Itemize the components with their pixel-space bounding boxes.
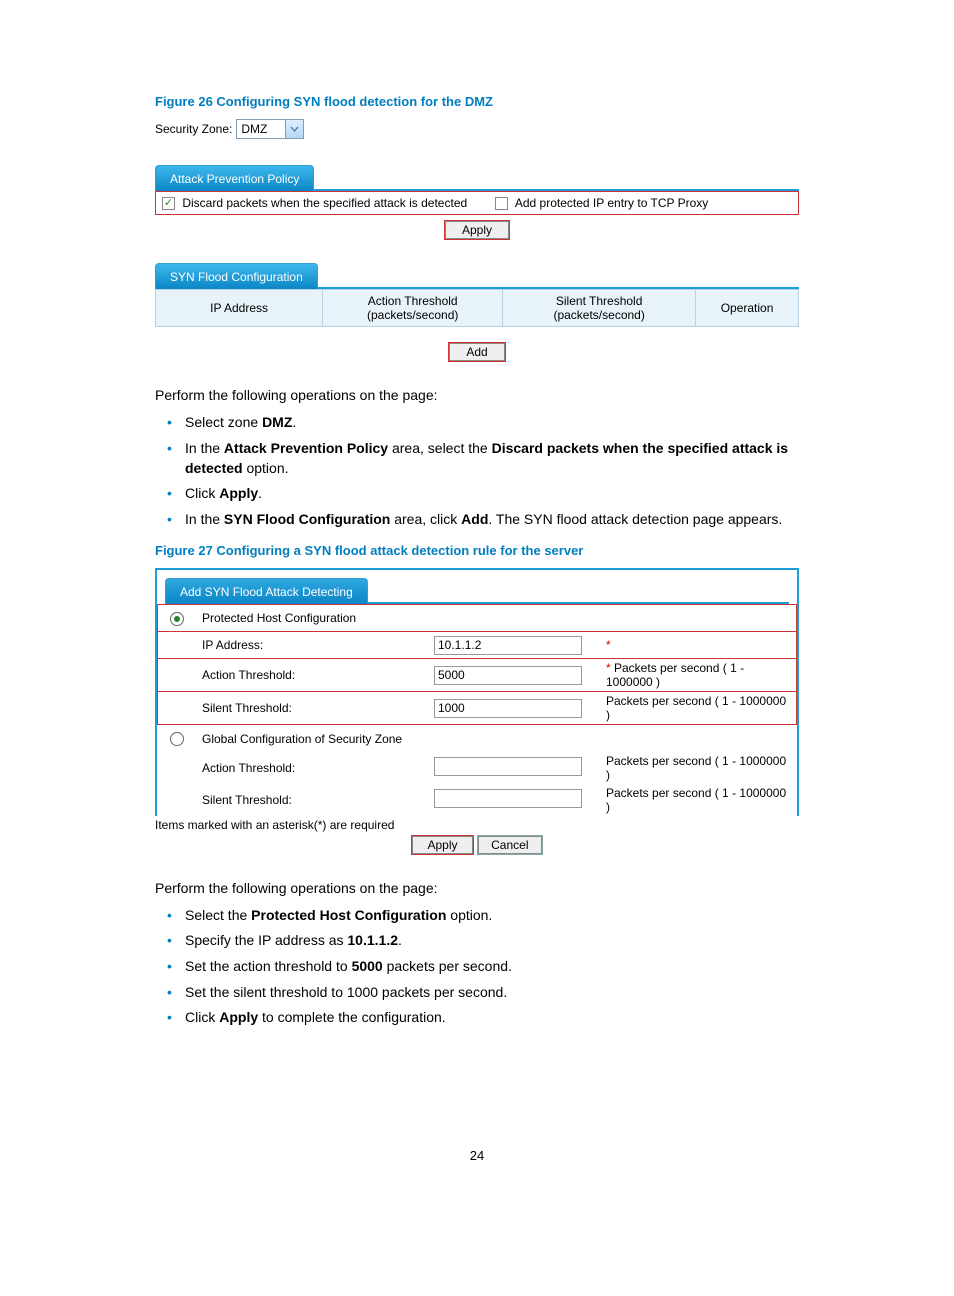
apply-row-1: Apply — [155, 221, 799, 239]
ip-address-input[interactable]: 10.1.1.2 — [434, 636, 582, 655]
bold-text: Apply — [219, 1009, 258, 1025]
text: option. — [243, 460, 289, 476]
figure-26-caption: Figure 26 Configuring SYN flood detectio… — [155, 94, 799, 109]
intro-text-1: Perform the following operations on the … — [155, 387, 799, 403]
list-item: Specify the IP address as 10.1.1.2. — [185, 931, 799, 951]
intro-text-2: Perform the following operations on the … — [155, 880, 799, 896]
silent-threshold-label: Silent Threshold: — [196, 692, 428, 725]
bold-text: Attack Prevention Policy — [224, 440, 388, 456]
cancel-button[interactable]: Cancel — [478, 836, 541, 854]
syn-flood-table: IP Address Action Threshold (packets/sec… — [155, 289, 799, 327]
attack-prevention-policy-box: Discard packets when the specified attac… — [155, 191, 799, 215]
apply-cancel-row: Apply Cancel — [155, 836, 799, 854]
list-item: Click Apply to complete the configuratio… — [185, 1008, 799, 1028]
ip-address-label: IP Address: — [196, 632, 428, 659]
text: Select the — [185, 907, 251, 923]
text: packets per second. — [383, 958, 512, 974]
security-zone-label: Security Zone: — [155, 122, 232, 136]
required-star: * — [606, 638, 611, 652]
security-zone-value: DMZ — [237, 122, 285, 136]
figure-27-caption: Figure 27 Configuring a SYN flood attack… — [155, 543, 799, 558]
add-tcp-proxy-option[interactable]: Add protected IP entry to TCP Proxy — [495, 196, 708, 210]
bold-text: DMZ — [262, 414, 292, 430]
apply-button-2[interactable]: Apply — [412, 836, 472, 854]
text: . — [258, 485, 262, 501]
security-zone-select[interactable]: DMZ — [236, 119, 304, 139]
radio-protected-host[interactable] — [170, 612, 184, 626]
text: Select zone — [185, 414, 262, 430]
radio-global-config[interactable] — [170, 732, 184, 746]
text: Specify the IP address as — [185, 932, 347, 948]
bold-text: SYN Flood Configuration — [224, 511, 390, 527]
th-ip: IP Address — [156, 290, 323, 327]
protected-host-config-label: Protected Host Configuration — [196, 605, 797, 632]
required-note: Items marked with an asterisk(*) are req… — [155, 818, 799, 832]
checkbox-checked-icon[interactable] — [162, 197, 175, 210]
text: . — [292, 414, 296, 430]
action-threshold-label: Action Threshold: — [196, 659, 428, 692]
th-action: Action Threshold (packets/second) — [323, 290, 503, 327]
bullets-1: Select zone DMZ. In the Attack Preventio… — [155, 413, 799, 529]
syn-flood-form: Protected Host Configuration IP Address:… — [157, 604, 797, 816]
pps-hint: Packets per second ( 1 - 1000000 ) — [606, 661, 744, 689]
syn-flood-configuration-tab[interactable]: SYN Flood Configuration — [155, 263, 318, 289]
security-zone-row: Security Zone: DMZ — [155, 119, 799, 139]
bold-text: Add — [461, 511, 488, 527]
add-syn-flood-tab[interactable]: Add SYN Flood Attack Detecting — [165, 578, 368, 604]
text: Set the action threshold to — [185, 958, 352, 974]
text: In the — [185, 440, 224, 456]
text: option. — [446, 907, 492, 923]
action-threshold-input[interactable]: 5000 — [434, 666, 582, 685]
global-action-threshold-label: Action Threshold: — [196, 752, 428, 784]
text: area, select the — [388, 440, 492, 456]
text: Click — [185, 1009, 219, 1025]
list-item: In the Attack Prevention Policy area, se… — [185, 439, 799, 478]
text: . The SYN flood attack detection page ap… — [488, 511, 782, 527]
text: . — [398, 932, 402, 948]
add-row: Add — [155, 343, 799, 361]
bold-text: Protected Host Configuration — [251, 907, 446, 923]
add-button[interactable]: Add — [449, 343, 504, 361]
bold-text: 10.1.1.2 — [347, 932, 398, 948]
text: to complete the configuration. — [258, 1009, 446, 1025]
text: In the — [185, 511, 224, 527]
text: area, click — [390, 511, 461, 527]
add-tcp-proxy-label: Add protected IP entry to TCP Proxy — [515, 196, 708, 210]
list-item: Select the Protected Host Configuration … — [185, 906, 799, 926]
chevron-down-icon[interactable] — [285, 120, 303, 138]
list-item: Click Apply. — [185, 484, 799, 504]
checkbox-unchecked-icon[interactable] — [495, 197, 508, 210]
global-silent-threshold-input[interactable] — [434, 789, 582, 808]
syn-flood-tab-row: SYN Flood Configuration — [155, 263, 799, 289]
global-config-label: Global Configuration of Security Zone — [196, 725, 797, 752]
list-item: Set the action threshold to 5000 packets… — [185, 957, 799, 977]
list-item: Select zone DMZ. — [185, 413, 799, 433]
global-action-threshold-input[interactable] — [434, 757, 582, 776]
pps-hint: Packets per second ( 1 - 1000000 ) — [600, 752, 797, 784]
th-silent: Silent Threshold (packets/second) — [503, 290, 696, 327]
discard-packets-label: Discard packets when the specified attac… — [182, 196, 467, 210]
figure-27-panel: Add SYN Flood Attack Detecting Protected… — [155, 568, 799, 816]
discard-packets-option[interactable]: Discard packets when the specified attac… — [162, 196, 467, 210]
bold-text: 5000 — [352, 958, 383, 974]
list-item: Set the silent threshold to 1000 packets… — [185, 983, 799, 1003]
pps-hint: Packets per second ( 1 - 1000000 ) — [600, 784, 797, 816]
pps-hint: Packets per second ( 1 - 1000000 ) — [600, 692, 797, 725]
attack-prevention-tab-row: Attack Prevention Policy — [155, 165, 799, 191]
attack-prevention-policy-tab[interactable]: Attack Prevention Policy — [155, 165, 314, 191]
list-item: In the SYN Flood Configuration area, cli… — [185, 510, 799, 530]
apply-button-1[interactable]: Apply — [445, 221, 509, 239]
bold-text: Apply — [219, 485, 258, 501]
global-silent-threshold-label: Silent Threshold: — [196, 784, 428, 816]
bullets-2: Select the Protected Host Configuration … — [155, 906, 799, 1028]
page-number: 24 — [155, 1148, 799, 1163]
text: Click — [185, 485, 219, 501]
silent-threshold-input[interactable]: 1000 — [434, 699, 582, 718]
th-operation: Operation — [696, 290, 799, 327]
